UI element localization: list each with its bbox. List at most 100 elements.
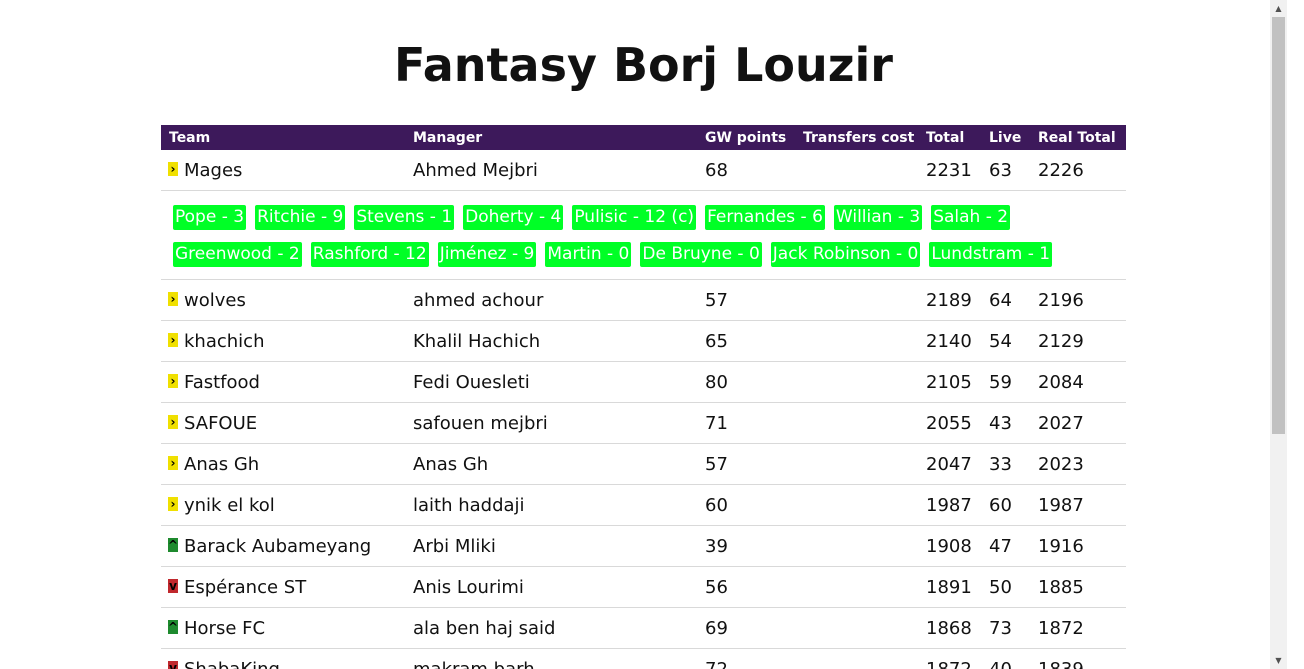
table-row[interactable]: v Espérance ST Anis Lourimi 56 1891 50 1885 <box>161 567 1126 608</box>
gw-points: 65 <box>705 331 728 352</box>
table-body: › Mages Ahmed Mejbri 68 2231 63 2226 Pope - 3 Ri… <box>161 150 1126 669</box>
manager-name: Anas Gh <box>413 454 489 475</box>
column-header-real-total: Real Total <box>1038 130 1116 146</box>
table-row[interactable]: › Mages Ahmed Mejbri 68 2231 63 2226 <box>161 150 1126 191</box>
table-row[interactable]: › ynik el kol laith haddaji 60 1987 60 1987 <box>161 485 1126 526</box>
column-header-team: Team <box>169 130 211 146</box>
manager-name: Khalil Hachich <box>413 331 541 352</box>
manager-name: laith haddaji <box>413 495 525 516</box>
chevron-down-icon[interactable]: v <box>168 661 178 669</box>
manager-name: Anis Lourimi <box>413 577 524 598</box>
real-total: 2023 <box>1038 454 1084 475</box>
live-points: 64 <box>989 290 1012 311</box>
table-row[interactable]: › wolves ahmed achour 57 2189 64 2196 <box>161 280 1126 321</box>
table-row[interactable]: › Fastfood Fedi Ouesleti 80 2105 59 2084 <box>161 362 1126 403</box>
real-total: 2129 <box>1038 331 1084 352</box>
table-row[interactable]: › khachich Khalil Hachich 65 2140 54 2129 <box>161 321 1126 362</box>
player-chip: Pope - 3 <box>173 205 247 230</box>
player-chip: Doherty - 4 <box>463 205 564 230</box>
total-points: 1987 <box>926 495 972 516</box>
column-header-gw-points: GW points <box>705 130 787 146</box>
gw-points: 56 <box>705 577 728 598</box>
real-total: 1987 <box>1038 495 1084 516</box>
team-name: Horse FC <box>184 618 266 639</box>
column-header-live: Live <box>989 130 1022 146</box>
real-total: 2196 <box>1038 290 1084 311</box>
player-chip: Greenwood - 2 <box>173 242 302 267</box>
page-title: Fantasy Borj Louzir <box>394 38 893 92</box>
table-header: Team Manager GW points Transfers cost To… <box>161 125 1126 150</box>
total-points: 2047 <box>926 454 972 475</box>
chevron-right-icon[interactable]: › <box>168 292 178 306</box>
manager-name: ala ben haj said <box>413 618 556 639</box>
chevron-right-icon[interactable]: › <box>168 415 178 429</box>
vertical-scrollbar[interactable]: ▲ ▼ <box>1270 0 1287 669</box>
chevron-right-icon[interactable]: › <box>168 333 178 347</box>
real-total: 2226 <box>1038 160 1084 181</box>
total-points: 2105 <box>926 372 972 393</box>
gw-points: 60 <box>705 495 728 516</box>
scroll-up-icon[interactable]: ▲ <box>1270 0 1287 17</box>
column-header-transfers-cost: Transfers cost <box>803 130 915 146</box>
player-chip: Pulisic - 12 (c) <box>572 205 697 230</box>
chevron-down-icon[interactable]: v <box>168 579 178 593</box>
table-row[interactable]: ^ Barack Aubameyang Arbi Mliki 39 1908 47 1916 <box>161 526 1126 567</box>
player-chip: Stevens - 1 <box>354 205 455 230</box>
gw-points: 39 <box>705 536 728 557</box>
chevron-right-icon[interactable]: › <box>168 162 178 176</box>
player-chip: Ritchie - 9 <box>255 205 346 230</box>
team-name: SAFOUE <box>184 413 258 434</box>
gw-points: 68 <box>705 160 728 181</box>
team-name: Anas Gh <box>184 454 260 475</box>
manager-name: ahmed achour <box>413 290 544 311</box>
team-name: ShabaKing <box>184 659 280 669</box>
player-chip: De Bruyne - 0 <box>640 242 762 267</box>
player-chip: Willian - 3 <box>833 205 923 230</box>
total-points: 1891 <box>926 577 972 598</box>
real-total: 2084 <box>1038 372 1084 393</box>
table-row[interactable]: › SAFOUE safouen mejbri 71 2055 43 2027 <box>161 403 1126 444</box>
team-name: Espérance ST <box>184 577 307 598</box>
live-points: 54 <box>989 331 1012 352</box>
scroll-down-icon[interactable]: ▼ <box>1270 652 1287 669</box>
team-name: wolves <box>184 290 246 311</box>
gw-points: 71 <box>705 413 728 434</box>
gw-points: 69 <box>705 618 728 639</box>
real-total: 1916 <box>1038 536 1084 557</box>
total-points: 1872 <box>926 659 972 669</box>
live-points: 60 <box>989 495 1012 516</box>
table-row[interactable]: ^ Horse FC ala ben haj said 69 1868 73 1872 <box>161 608 1126 649</box>
scrollbar-thumb[interactable] <box>1272 17 1285 434</box>
team-name: khachich <box>184 331 265 352</box>
team-name: ynik el kol <box>184 495 275 516</box>
table-row[interactable]: v ShabaKing makram barh 72 1872 40 1839 <box>161 649 1126 669</box>
chevron-up-icon[interactable]: ^ <box>168 538 178 552</box>
live-points: 40 <box>989 659 1012 669</box>
real-total: 1885 <box>1038 577 1084 598</box>
real-total: 1839 <box>1038 659 1084 669</box>
expanded-players-row: Pope - 3 Ritchie - 9 Stevens - 1 Doherty - … <box>161 191 1126 280</box>
chevron-right-icon[interactable]: › <box>168 456 178 470</box>
table-row[interactable]: › Anas Gh Anas Gh 57 2047 33 2023 <box>161 444 1126 485</box>
total-points: 2055 <box>926 413 972 434</box>
gw-points: 57 <box>705 454 728 475</box>
team-name: Mages <box>184 160 243 181</box>
real-total: 2027 <box>1038 413 1084 434</box>
player-chip: Rashford - 12 <box>310 242 429 267</box>
manager-name: Arbi Mliki <box>413 536 496 557</box>
manager-name: safouen mejbri <box>413 413 548 434</box>
chevron-up-icon[interactable]: ^ <box>168 620 178 634</box>
chevron-right-icon[interactable]: › <box>168 497 178 511</box>
page: Fantasy Borj Louzir Team Manager GW poin… <box>0 0 1287 669</box>
total-points: 2231 <box>926 160 972 181</box>
live-points: 73 <box>989 618 1012 639</box>
total-points: 2189 <box>926 290 972 311</box>
manager-name: Ahmed Mejbri <box>413 160 538 181</box>
chevron-right-icon[interactable]: › <box>168 374 178 388</box>
total-points: 1908 <box>926 536 972 557</box>
team-name: Barack Aubameyang <box>184 536 372 557</box>
live-points: 33 <box>989 454 1012 475</box>
total-points: 2140 <box>926 331 972 352</box>
live-points: 63 <box>989 160 1012 181</box>
real-total: 1872 <box>1038 618 1084 639</box>
